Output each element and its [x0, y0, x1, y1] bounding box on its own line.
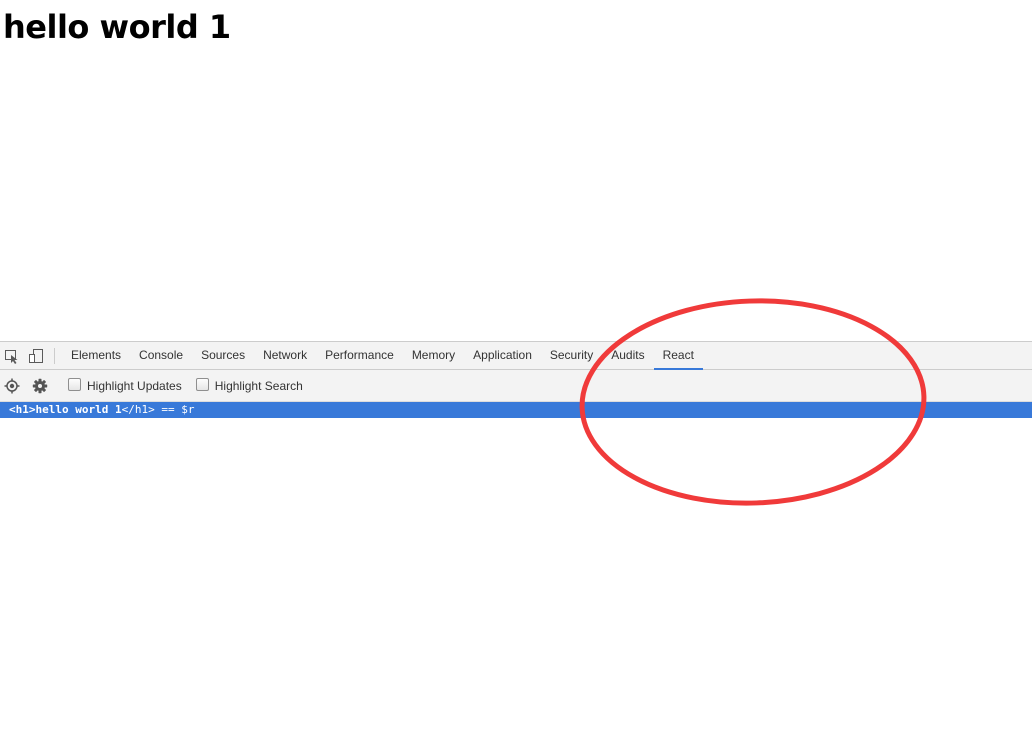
tab-sources[interactable]: Sources — [192, 342, 254, 369]
devtools-tab-bar: Elements Console Sources Network Perform… — [0, 341, 1032, 370]
highlight-updates-label: Highlight Updates — [87, 378, 182, 393]
tab-elements[interactable]: Elements — [62, 342, 130, 369]
tab-network[interactable]: Network — [254, 342, 316, 369]
page-heading: hello world 1 — [3, 8, 231, 46]
tab-console[interactable]: Console — [130, 342, 192, 369]
highlight-search-label: Highlight Search — [214, 378, 303, 393]
tab-react[interactable]: React — [653, 342, 704, 370]
inspect-element-button[interactable] — [0, 342, 24, 369]
devtools-panel: Elements Console Sources Network Perform… — [0, 341, 1032, 739]
device-toggle-button[interactable] — [24, 342, 48, 369]
highlight-updates-checkbox[interactable] — [68, 378, 81, 391]
device-toggle-icon — [29, 348, 43, 363]
highlight-search-checkbox[interactable] — [195, 378, 209, 391]
target-icon — [4, 378, 20, 393]
react-toolbar: Highlight Updates Highlight Search — [0, 370, 1032, 402]
component-tree-row-selected[interactable]: <h1>hello world 1</h1> == $r — [0, 402, 1032, 418]
browser-page: hello world 1 Elements Console Sources N… — [0, 0, 1032, 739]
highlight-updates-option[interactable]: Highlight Updates — [68, 378, 182, 393]
settings-button[interactable] — [30, 376, 50, 396]
tree-close-tag: </h1> — [121, 403, 155, 416]
select-component-button[interactable] — [2, 376, 22, 396]
tab-application[interactable]: Application — [464, 342, 541, 369]
tree-text: hello world 1 — [35, 403, 122, 416]
highlight-search-option[interactable]: Highlight Search — [195, 378, 303, 393]
inspect-element-icon — [5, 349, 18, 364]
tab-audits[interactable]: Audits — [602, 342, 653, 369]
tree-open-tag: <h1> — [9, 403, 36, 416]
toolbar-divider — [54, 348, 55, 364]
tab-performance[interactable]: Performance — [316, 342, 403, 369]
gear-icon — [32, 378, 48, 393]
tab-security[interactable]: Security — [541, 342, 602, 369]
tab-memory[interactable]: Memory — [403, 342, 464, 369]
tree-selection-ref: == $r — [154, 403, 195, 416]
